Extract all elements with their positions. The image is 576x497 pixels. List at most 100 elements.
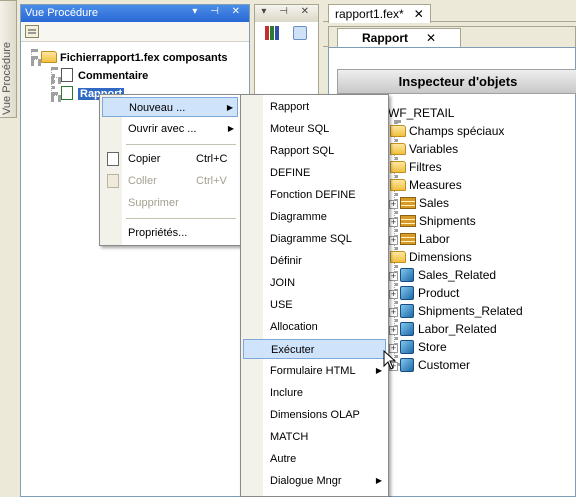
- comment-doc-icon: [61, 68, 73, 82]
- paste-icon: [107, 174, 119, 188]
- object-inspector-header: Inspecteur d'objets: [337, 69, 576, 94]
- close-inner-tab-icon[interactable]: ✕: [426, 31, 436, 45]
- new-submenu: Rapport Moteur SQL Rapport SQL DEFINE Foncti…: [240, 94, 389, 497]
- submenu-item[interactable]: MATCH: [243, 427, 386, 447]
- submenu-item[interactable]: Inclure: [243, 383, 386, 403]
- dimension-labor-related[interactable]: + Labor_Related: [389, 320, 497, 338]
- folder-icon: [390, 143, 406, 155]
- menu-item-proprietes[interactable]: Propriétés...: [102, 223, 238, 243]
- procedure-panel: Vue Procédure ▾ ⊣ ✕ Fichierrapport1.fex …: [20, 4, 250, 497]
- submenu-arrow-icon: ▶: [375, 476, 382, 485]
- menu-item-coller[interactable]: Coller Ctrl+V: [102, 171, 238, 191]
- close-tab-icon[interactable]: ✕: [414, 7, 424, 21]
- folder-icon: [390, 125, 406, 137]
- procedure-panel-titlebar: Vue Procédure ▾ ⊣ ✕: [21, 5, 249, 22]
- copy-icon: [107, 152, 119, 166]
- procedure-toolbar: [21, 22, 249, 42]
- expand-icon[interactable]: +: [389, 308, 398, 317]
- expand-icon[interactable]: +: [389, 272, 398, 281]
- submenu-item[interactable]: USE: [243, 295, 386, 315]
- open-folder-icon: [390, 251, 406, 263]
- library-books-icon[interactable]: [265, 26, 283, 40]
- report-doc-icon: [61, 86, 73, 100]
- measure-shipments[interactable]: + Shipments: [389, 212, 476, 230]
- submenu-item[interactable]: Définir: [243, 251, 386, 271]
- tree-connector: [31, 49, 35, 59]
- expand-icon[interactable]: +: [389, 200, 398, 209]
- tool-panel-window-controls[interactable]: ▾ ⊣ ✕: [261, 6, 314, 17]
- menu-item-ouvrir-avec[interactable]: Ouvrir avec ... ▶: [102, 119, 238, 139]
- measure-group-icon: [400, 233, 416, 245]
- dimension-sales-related[interactable]: + Sales_Related: [389, 266, 496, 284]
- menu-separator: [126, 218, 236, 219]
- menu-separator: [126, 144, 236, 145]
- measure-group-icon: [400, 197, 416, 209]
- dimension-cube-icon: [400, 340, 414, 354]
- tree-node-commentaire[interactable]: Commentaire: [61, 68, 148, 84]
- submenu-item[interactable]: DEFINE: [243, 163, 386, 183]
- tab-rapport1-fex[interactable]: rapport1.fex* ✕: [328, 4, 431, 23]
- dimension-cube-icon: [400, 358, 414, 372]
- dimension-customer[interactable]: + Customer: [389, 356, 470, 374]
- expand-icon[interactable]: +: [389, 218, 398, 227]
- expand-icon[interactable]: +: [389, 326, 398, 335]
- dimension-cube-icon: [400, 322, 414, 336]
- tree-connector: [51, 95, 61, 99]
- folder-variables[interactable]: Variables: [390, 140, 458, 158]
- dimension-cube-icon: [400, 304, 414, 318]
- folder-measures[interactable]: Measures: [390, 176, 462, 194]
- measure-labor[interactable]: + Labor: [389, 230, 450, 248]
- document-tabstrip: rapport1.fex* ✕: [323, 4, 576, 23]
- dimension-store[interactable]: + Store: [389, 338, 447, 356]
- menu-item-supprimer[interactable]: Supprimer: [102, 193, 238, 213]
- open-folder-icon: [41, 51, 57, 63]
- open-folder-icon: [390, 179, 406, 191]
- submenu-item[interactable]: Rapport SQL: [243, 141, 386, 161]
- folder-icon: [390, 161, 406, 173]
- submenu-item[interactable]: Dialogue Mngr ▶: [243, 471, 386, 491]
- folder-filtres[interactable]: Filtres: [390, 158, 442, 176]
- submenu-item[interactable]: Moteur SQL: [243, 119, 386, 139]
- submenu-item[interactable]: Autre: [243, 449, 386, 469]
- submenu-item[interactable]: Diagramme: [243, 207, 386, 227]
- submenu-arrow-icon: ▶: [226, 103, 233, 112]
- side-tab-label: Vue Procédure: [1, 42, 13, 115]
- tree-connector: [51, 77, 61, 81]
- submenu-arrow-icon: ▶: [227, 124, 234, 133]
- submenu-item[interactable]: Allocation: [243, 317, 386, 337]
- submenu-item[interactable]: JOIN: [243, 273, 386, 293]
- tab-rapport[interactable]: Rapport ✕: [337, 28, 462, 47]
- submenu-item[interactable]: Dimensions OLAP: [243, 405, 386, 425]
- menu-item-copier[interactable]: Copier Ctrl+C: [102, 149, 238, 169]
- measure-sales[interactable]: + Sales: [389, 194, 449, 212]
- tree-connector: [51, 67, 55, 95]
- menu-item-nouveau[interactable]: Nouveau ... ▶: [102, 97, 238, 117]
- wizard-icon[interactable]: [293, 26, 307, 40]
- folder-dimensions[interactable]: Dimensions: [390, 248, 472, 266]
- submenu-item[interactable]: Formulaire HTML ▶: [243, 361, 386, 381]
- dimension-shipments-related[interactable]: + Shipments_Related: [389, 302, 523, 320]
- submenu-item[interactable]: Exécuter: [243, 339, 386, 359]
- tool-panel-toolbar: [255, 22, 318, 44]
- procedure-panel-title: Vue Procédure: [25, 7, 98, 19]
- measure-group-icon: [400, 215, 416, 227]
- submenu-item[interactable]: Fonction DEFINE: [243, 185, 386, 205]
- tree-connector: [31, 59, 41, 63]
- panel-window-controls[interactable]: ▾ ⊣ ✕: [192, 6, 245, 17]
- side-tab-vue-procedure[interactable]: Vue Procédure: [0, 0, 17, 118]
- component-list-icon[interactable]: [25, 25, 39, 38]
- dimension-cube-icon: [400, 268, 414, 282]
- expand-icon[interactable]: +: [389, 290, 398, 299]
- folder-champs-speciaux[interactable]: Champs spéciaux: [390, 122, 504, 140]
- expand-icon[interactable]: +: [389, 236, 398, 245]
- inner-tabstrip: Rapport ✕: [323, 22, 576, 47]
- tool-panel-titlebar: ▾ ⊣ ✕: [255, 5, 318, 22]
- submenu-item[interactable]: Rapport: [243, 97, 386, 117]
- submenu-item[interactable]: Diagramme SQL: [243, 229, 386, 249]
- submenu-arrow-icon: ▶: [375, 366, 382, 375]
- dimension-product[interactable]: + Product: [389, 284, 459, 302]
- inspector-root[interactable]: WF_RETAIL: [388, 104, 454, 122]
- tree-root-node[interactable]: Fichierrapport1.fex composants: [41, 50, 228, 66]
- context-menu: Nouveau ... ▶ Ouvrir avec ... ▶ Copier Ctrl…: [99, 94, 241, 246]
- dimension-cube-icon: [400, 286, 414, 300]
